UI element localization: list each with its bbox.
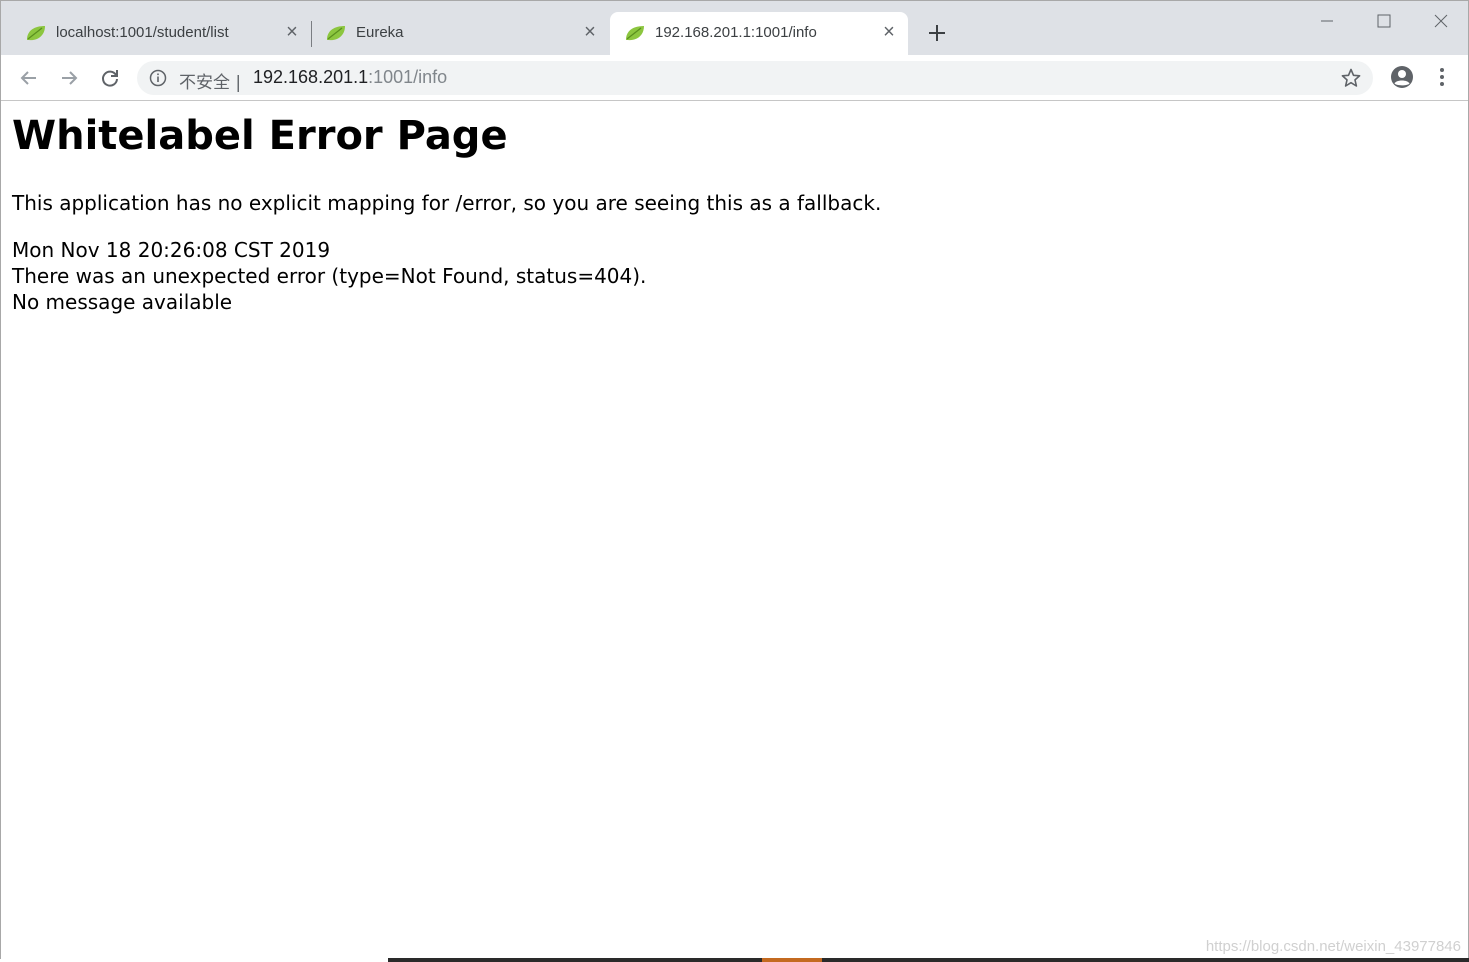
- tab-title: 192.168.201.1:1001/info: [655, 24, 817, 41]
- tab-close-icon[interactable]: ×: [281, 21, 303, 43]
- window-close-icon[interactable]: [1429, 9, 1453, 33]
- forward-arrow-icon[interactable]: [56, 65, 82, 91]
- tab-eureka[interactable]: Eureka ×: [311, 12, 609, 55]
- taskbar-edge: [388, 958, 1469, 962]
- back-arrow-icon[interactable]: [16, 65, 42, 91]
- tab-title: Eureka: [356, 24, 404, 41]
- watermark: https://blog.csdn.net/weixin_43977846: [1205, 938, 1461, 955]
- error-details: Mon Nov 18 20:26:08 CST 2019 There was a…: [12, 237, 646, 315]
- tab-info[interactable]: 192.168.201.1:1001/info ×: [610, 12, 908, 55]
- tab-close-icon[interactable]: ×: [579, 21, 601, 43]
- tab-student-list[interactable]: localhost:1001/student/list ×: [11, 12, 311, 55]
- tab-title: localhost:1001/student/list: [56, 24, 229, 41]
- bookmark-star-icon[interactable]: [1340, 67, 1362, 89]
- url-text[interactable]: 192.168.201.1:1001/info: [253, 67, 447, 88]
- url-path: :1001/info: [368, 67, 448, 87]
- profile-avatar-icon[interactable]: [1390, 65, 1414, 89]
- taskbar-accent: [762, 958, 822, 962]
- kebab-menu-icon[interactable]: [1434, 65, 1450, 89]
- maximize-icon[interactable]: [1372, 9, 1396, 33]
- error-timestamp: Mon Nov 18 20:26:08 CST 2019: [12, 238, 331, 262]
- address-bar[interactable]: 不安全 | 192.168.201.1:1001/info: [137, 61, 1373, 95]
- spring-leaf-icon: [626, 26, 644, 41]
- error-description: This application has no explicit mapping…: [12, 191, 882, 215]
- page-content: Whitelabel Error Page This application h…: [12, 101, 1452, 314]
- browser-window: localhost:1001/student/list × Eureka × 1…: [0, 0, 1469, 959]
- minimize-icon[interactable]: [1315, 9, 1339, 33]
- page-heading: Whitelabel Error Page: [12, 113, 508, 159]
- new-tab-plus-icon[interactable]: [924, 20, 950, 46]
- error-status: There was an unexpected error (type=Not …: [12, 264, 647, 288]
- browser-toolbar: 不安全 | 192.168.201.1:1001/info: [1, 55, 1468, 101]
- spring-leaf-icon: [27, 26, 45, 41]
- tab-strip: localhost:1001/student/list × Eureka × 1…: [1, 1, 1468, 55]
- url-host: 192.168.201.1: [253, 67, 369, 87]
- error-message: No message available: [12, 290, 233, 314]
- tab-close-icon[interactable]: ×: [878, 21, 900, 43]
- reload-icon[interactable]: [97, 65, 123, 91]
- info-icon[interactable]: [149, 69, 167, 87]
- spring-leaf-icon: [327, 26, 345, 41]
- not-secure-label: 不安全 |: [179, 73, 242, 93]
